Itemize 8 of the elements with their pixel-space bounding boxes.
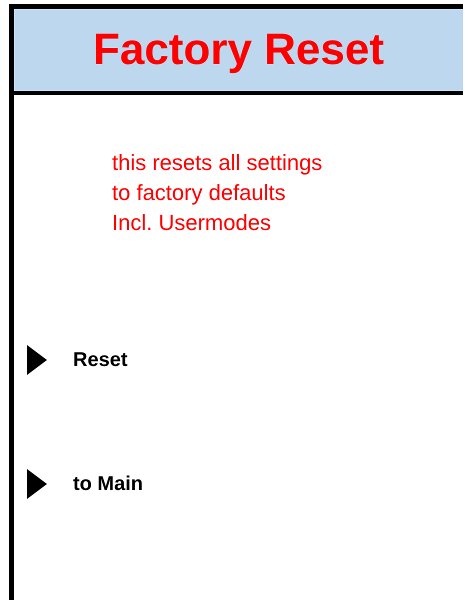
description-line: Incl. Usermodes: [112, 209, 272, 237]
triangle-icon: [27, 345, 47, 375]
triangle-icon: [27, 469, 47, 499]
menu-item[interactable]: Reset: [73, 348, 128, 372]
menu-item[interactable]: to Main: [73, 472, 143, 496]
screen-title: Factory Reset: [92, 25, 384, 75]
description-line: to factory defaults: [112, 179, 287, 207]
description-line: this resets all settings: [112, 149, 324, 177]
